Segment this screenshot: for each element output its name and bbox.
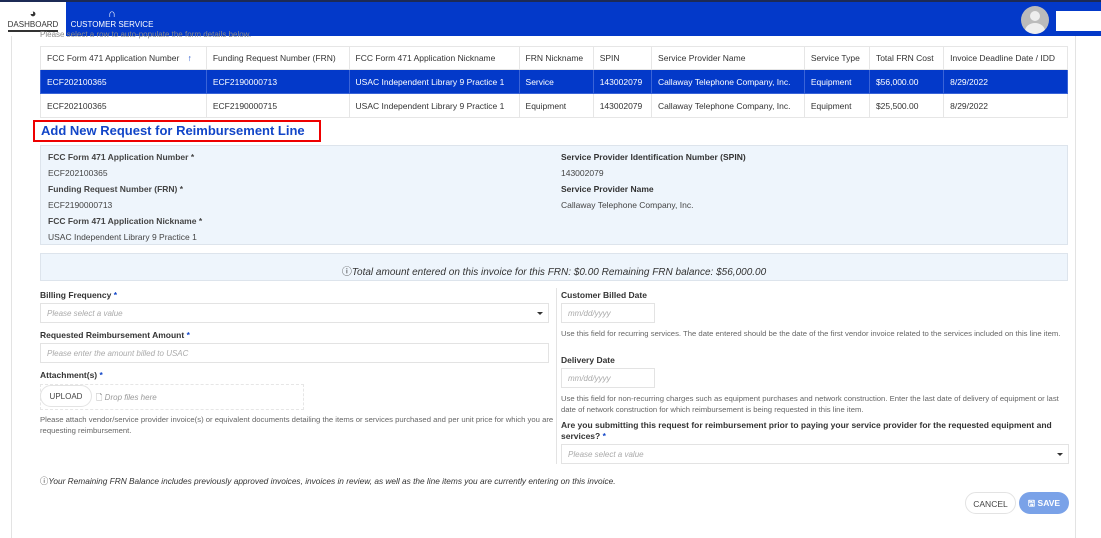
table-row[interactable]: ECF202100365 ECF2190000715 USAC Independen… <box>40 93 1068 118</box>
table-row[interactable]: ECF202100365 ECF2190000713 USAC Independen… <box>40 69 1068 94</box>
billing-frequency-select[interactable]: Please select a value <box>40 303 549 323</box>
info-circle-icon: ⓘ <box>341 267 352 278</box>
table-cell: Equipment <box>803 93 870 118</box>
table-cell: ECF202100365 <box>40 93 207 118</box>
cancel-button[interactable]: CANCEL <box>965 492 1016 514</box>
table-cell: Equipment <box>803 69 870 94</box>
headset-icon: ∩ <box>108 8 116 20</box>
upload-button[interactable]: UPLOAD <box>40 385 92 407</box>
delivery-date-label: Delivery Date <box>561 355 615 365</box>
dashboard-gauge-icon: ◕ <box>29 8 37 20</box>
table-cell: $25,500.00 <box>868 93 945 118</box>
floppy-disk-icon: 🖫 <box>1027 498 1036 508</box>
column-header[interactable]: SPIN <box>592 46 653 70</box>
nickname-field: FCC Form 471 Application Nickname * USAC … <box>48 216 203 242</box>
table-cell: ECF2190000715 <box>205 93 350 118</box>
instruction-text: Please select a row to auto-populate the… <box>40 30 252 39</box>
amount-input[interactable]: Please enter the amount billed to USAC <box>40 343 549 363</box>
caret-down-icon <box>1057 453 1063 456</box>
caret-down-icon <box>537 312 543 315</box>
prior-payment-select[interactable]: Please select a value <box>561 444 1069 464</box>
column-header[interactable]: FCC Form 471 Application Number ↑ <box>40 46 207 70</box>
file-cursor-icon: 🗋 <box>96 393 103 402</box>
table-cell: 8/29/2022 <box>943 93 1068 118</box>
table-cell: Callaway Telephone Company, Inc. <box>651 69 805 94</box>
app-number-field: FCC Form 471 Application Number * ECF2021… <box>48 152 195 178</box>
table-cell: 8/29/2022 <box>943 69 1068 94</box>
table-cell: ECF2190000713 <box>205 69 350 94</box>
balance-banner: ⓘTotal amount entered on this invoice fo… <box>40 253 1068 281</box>
amount-label: Requested Reimbursement Amount * <box>40 330 190 340</box>
delivery-date-input[interactable]: mm/dd/yyyy <box>561 368 655 388</box>
column-header[interactable]: Funding Request Number (FRN) <box>205 46 350 70</box>
table-cell: $56,000.00 <box>868 69 945 94</box>
table-cell: Callaway Telephone Company, Inc. <box>651 93 805 118</box>
billing-frequency-label: Billing Frequency * <box>40 290 118 300</box>
column-header[interactable]: Total FRN Cost <box>868 46 945 70</box>
frn-field: Funding Request Number (FRN) * ECF2190000… <box>48 184 184 210</box>
table-cell: 143002079 <box>592 69 653 94</box>
table-cell: USAC Independent Library 9 Practice 1 <box>348 69 520 94</box>
billed-date-input[interactable]: mm/dd/yyyy <box>561 303 655 323</box>
usac-logo <box>1056 11 1101 31</box>
delivery-date-help: Use this field for non-recurring charges… <box>561 394 1059 414</box>
spin-field: Service Provider Identification Number (… <box>561 152 746 178</box>
billed-date-label: Customer Billed Date <box>561 290 647 300</box>
footer-note: ⓘYour Remaining FRN Balance includes pre… <box>40 476 616 486</box>
divider <box>11 36 12 538</box>
prior-payment-label: Are you submitting this request for reim… <box>561 420 1052 441</box>
billed-date-help: Use this field for recurring services. T… <box>561 329 1061 338</box>
table-cell: ECF202100365 <box>40 69 207 94</box>
page-title: Add New Request for Reimbursement Line <box>33 120 321 142</box>
table-cell: USAC Independent Library 9 Practice 1 <box>348 93 520 118</box>
column-header[interactable]: Service Provider Name <box>651 46 805 70</box>
divider <box>556 288 557 464</box>
frn-table: FCC Form 471 Application Number ↑ Fundin… <box>40 46 1068 118</box>
save-button[interactable]: 🖫 SAVE <box>1019 492 1069 514</box>
avatar[interactable] <box>1021 6 1049 34</box>
sort-arrow-up-icon[interactable]: ↑ <box>188 53 192 63</box>
divider <box>1075 36 1076 538</box>
drop-files-text: 🗋 Drop files here <box>96 393 157 402</box>
table-header-row: FCC Form 471 Application Number ↑ Fundin… <box>40 46 1068 70</box>
attachments-label: Attachment(s) * <box>40 370 103 380</box>
column-header[interactable]: FRN Nickname <box>518 46 594 70</box>
column-header[interactable]: Invoice Deadline Date / IDD <box>943 46 1068 70</box>
provider-field: Service Provider Name Callaway Telephone … <box>561 184 694 210</box>
column-header[interactable]: FCC Form 471 Application Nickname <box>348 46 520 70</box>
attachments-help: Please attach vendor/service provider in… <box>40 415 554 435</box>
table-cell: Service <box>518 69 594 94</box>
table-cell: 143002079 <box>592 93 653 118</box>
frn-details-panel: FCC Form 471 Application Number * ECF2021… <box>40 145 1068 245</box>
column-header[interactable]: Service Type <box>803 46 870 70</box>
table-cell: Equipment <box>518 93 594 118</box>
